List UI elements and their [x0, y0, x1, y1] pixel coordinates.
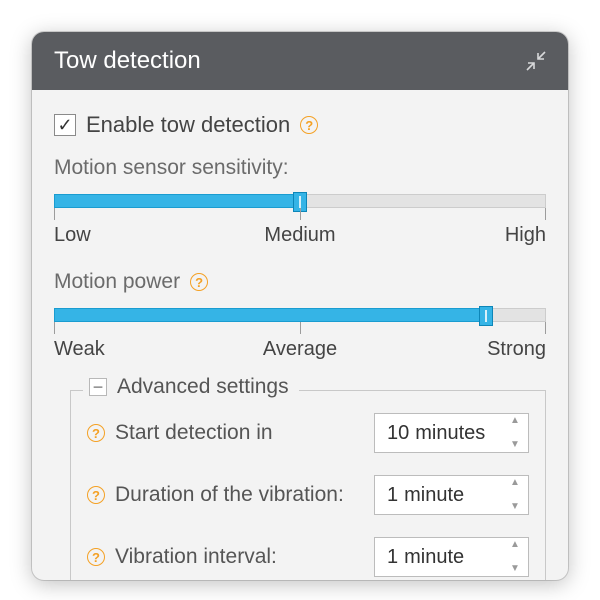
adv-label: Vibration interval:	[115, 545, 277, 569]
stepper-arrows[interactable]: ▲▼	[506, 416, 524, 450]
help-icon[interactable]: ?	[87, 424, 105, 442]
stepper-arrows[interactable]: ▲▼	[506, 478, 524, 512]
power-scale-labels: Weak Average Strong	[54, 338, 546, 364]
power-ticks	[54, 322, 546, 336]
tow-detection-panel: Tow detection ✓ Enable tow detection ? M…	[32, 32, 568, 580]
adv-label: Duration of the vibration:	[115, 483, 344, 507]
power-label: Motion power	[54, 270, 180, 294]
help-icon[interactable]: ?	[190, 273, 208, 291]
adv-row-interval: ? Vibration interval: 1 minute ▲▼	[87, 515, 529, 577]
adv-row-duration: ? Duration of the vibration: 1 minute ▲▼	[87, 453, 529, 515]
help-icon[interactable]: ?	[87, 548, 105, 566]
duration-stepper[interactable]: 1 minute ▲▼	[374, 475, 529, 515]
interval-stepper[interactable]: 1 minute ▲▼	[374, 537, 529, 577]
start-detection-stepper[interactable]: 10 minutes ▲▼	[374, 413, 529, 453]
power-slider[interactable]	[54, 308, 546, 322]
advanced-fieldset: − Advanced settings ? Start detection in…	[70, 390, 546, 580]
panel-titlebar: Tow detection	[32, 32, 568, 90]
sensitivity-slider[interactable]	[54, 194, 546, 208]
power-fill	[54, 308, 485, 322]
adv-row-start: ? Start detection in 10 minutes ▲▼	[87, 391, 529, 453]
stepper-arrows[interactable]: ▲▼	[506, 540, 524, 574]
sensitivity-fill	[54, 194, 299, 208]
panel-title: Tow detection	[54, 47, 201, 75]
collapse-icon[interactable]	[526, 51, 546, 71]
advanced-legend[interactable]: − Advanced settings	[83, 375, 299, 399]
enable-row: ✓ Enable tow detection ?	[54, 98, 546, 152]
power-label-row: Motion power ?	[54, 252, 546, 294]
adv-label: Start detection in	[115, 421, 273, 445]
enable-checkbox[interactable]: ✓	[54, 114, 76, 136]
sensitivity-label: Motion sensor sensitivity:	[54, 152, 546, 180]
help-icon[interactable]: ?	[300, 116, 318, 134]
sensitivity-scale-labels: Low Medium High	[54, 224, 546, 250]
minus-icon[interactable]: −	[89, 378, 107, 396]
enable-label: Enable tow detection	[86, 112, 290, 138]
sensitivity-ticks	[54, 208, 546, 222]
help-icon[interactable]: ?	[87, 486, 105, 504]
